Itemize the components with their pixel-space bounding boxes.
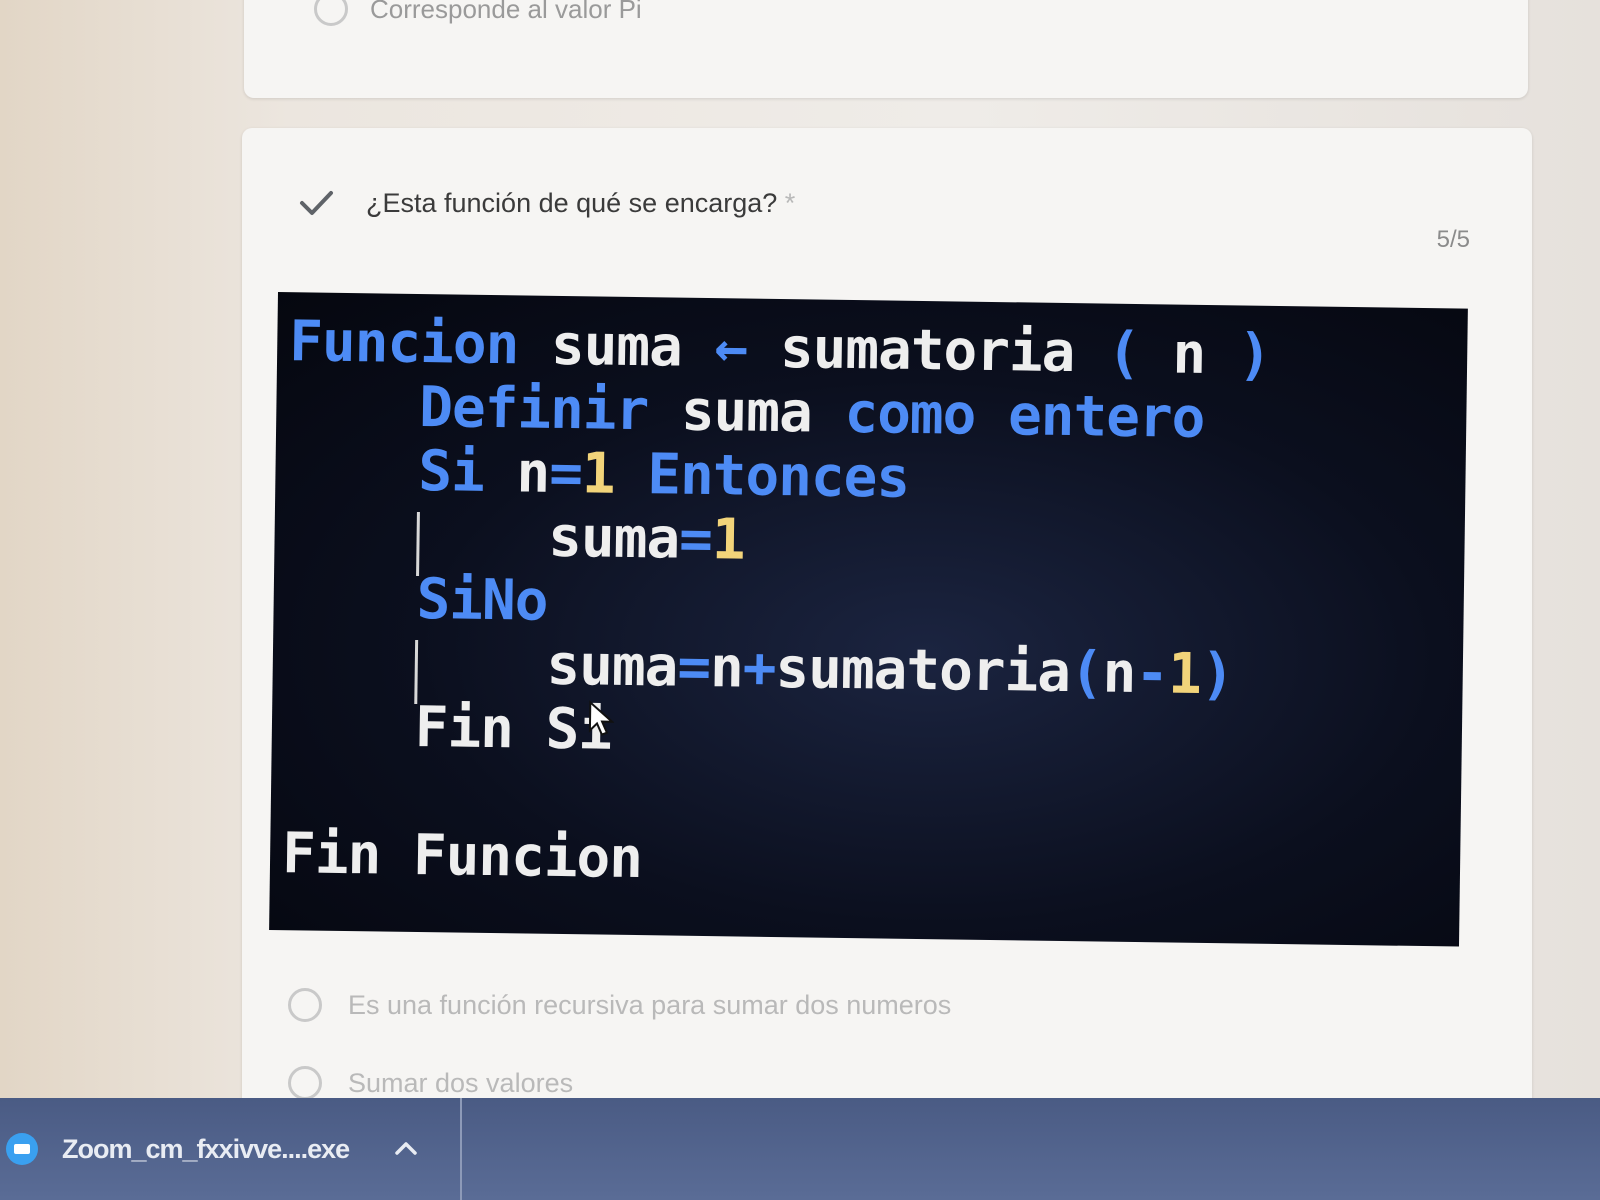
code-token: ← [714, 315, 781, 382]
score-label: 5/5 [1436, 226, 1470, 253]
code-token: Fin Funcion [281, 821, 643, 892]
answer-option-radio[interactable] [288, 988, 322, 1022]
chevron-up-icon[interactable] [391, 1134, 421, 1164]
question-text: ¿Esta función de qué se encarga? [366, 187, 778, 218]
code-token: = [548, 440, 583, 507]
code-token: - [1134, 641, 1169, 707]
code-token: Entonces [646, 442, 910, 511]
code-token: ( [1069, 640, 1104, 706]
answer-option[interactable]: Es una función recursiva para sumar dos … [288, 966, 951, 1044]
download-filename: Zoom_cm_fxxivve....exe [62, 1133, 350, 1164]
code-token: 1 [581, 441, 648, 508]
code-block: Funcion suma ← sumatoria ( n ) Definir s… [281, 309, 1272, 900]
answer-option-radio[interactable] [288, 1066, 322, 1100]
check-icon [300, 191, 333, 215]
code-token: sumatoria [779, 316, 1108, 386]
code-token: n [1172, 321, 1239, 388]
code-token: suma [546, 632, 678, 700]
code-token: Funcion [288, 309, 552, 378]
code-token: 1 [711, 507, 746, 573]
code-token: n [709, 635, 744, 701]
code-token: SiNo [416, 566, 548, 634]
question-card: ¿Esta función de qué se encarga? * 5/5 F… [242, 128, 1532, 1128]
code-token: Definir [418, 374, 682, 444]
code-token: 1 [1167, 641, 1202, 707]
previous-option-radio[interactable] [314, 0, 348, 26]
code-token: sumatoria [775, 635, 1071, 706]
code-token: ) [1237, 322, 1272, 388]
answer-option-label: Sumar dos valores [348, 1067, 574, 1098]
previous-question-card: Corresponde al valor Pi [244, 0, 1528, 98]
zoom-icon [6, 1133, 38, 1165]
code-token: n [516, 440, 550, 506]
code-token: n [1102, 640, 1136, 707]
mouse-pointer-icon [588, 700, 615, 736]
code-token: ) [1200, 641, 1234, 708]
code-token: + [742, 635, 776, 701]
code-token: Fin Si [414, 694, 612, 763]
required-marker: * [784, 187, 796, 218]
code-token: = [676, 634, 711, 701]
previous-option-label: Corresponde al valor Pi [370, 0, 642, 24]
screen: Corresponde al valor Pi ¿Esta función de… [0, 0, 1600, 1200]
code-token: Si [417, 438, 517, 506]
question-title: ¿Esta función de qué se encarga? * [366, 188, 795, 219]
code-token: = [678, 506, 713, 573]
code-token: suma [547, 504, 680, 572]
code-token: suma [680, 378, 845, 446]
code-token: ( [1106, 320, 1174, 387]
question-header: ¿Esta función de qué se encarga? * [296, 183, 795, 223]
code-token: como entero [844, 380, 1205, 451]
answer-option-label: Es una función recursiva para sumar dos … [348, 989, 952, 1020]
code-token: suma [550, 312, 716, 381]
download-item[interactable]: Zoom_cm_fxxivve....exe [0, 1098, 462, 1200]
code-image: Funcion suma ← sumatoria ( n ) Definir s… [269, 292, 1468, 947]
previous-option[interactable]: Corresponde al valor Pi [314, 0, 642, 26]
code-line: Fin Funcion [281, 821, 1264, 900]
download-bar: Zoom_cm_fxxivve....exe [0, 1098, 1600, 1200]
